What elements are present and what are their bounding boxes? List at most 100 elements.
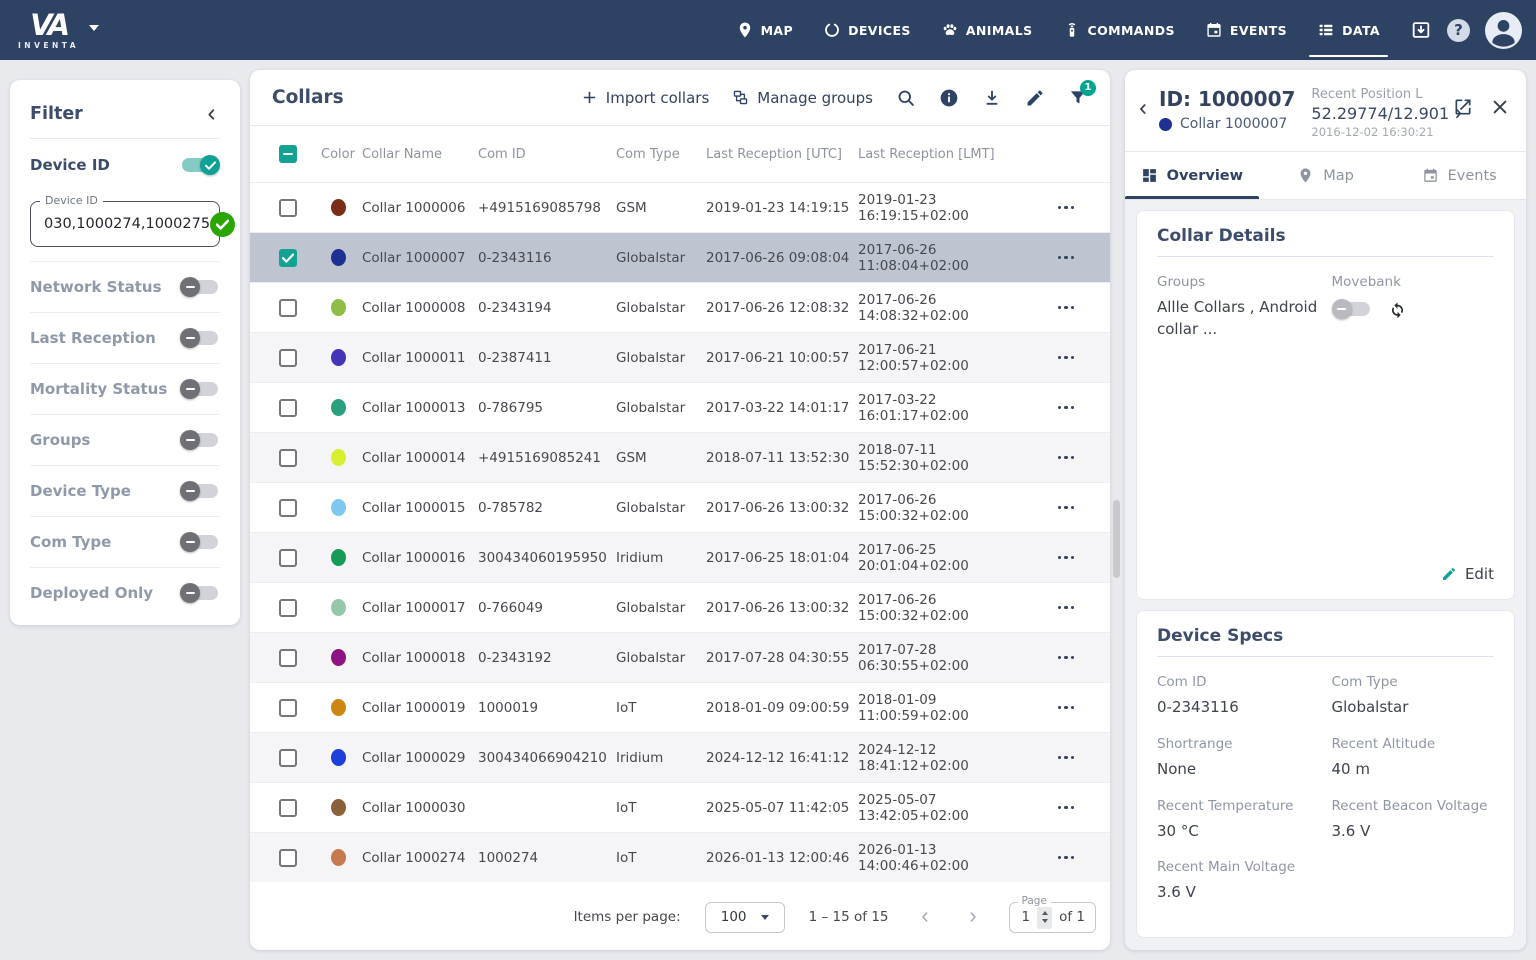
row-more-button[interactable] [1052,600,1081,616]
collar-table-row[interactable]: Collar 1000029 300434066904210 Iridium 2… [250,732,1110,782]
collar-table-row[interactable]: Collar 1000011 0-2387411 Globalstar 2017… [250,332,1110,382]
prev-page-button[interactable] [913,905,937,929]
row-checkbox[interactable] [279,649,297,667]
page-scrollbar[interactable] [1113,90,1120,940]
row-checkbox[interactable] [279,249,297,267]
row-checkbox[interactable] [279,399,297,417]
scrollbar-thumb[interactable] [1113,500,1120,578]
row-more-button[interactable] [1052,450,1081,466]
row-more-button[interactable] [1052,400,1081,416]
collar-table-row[interactable]: Collar 1000008 0-2343194 Globalstar 2017… [250,282,1110,332]
filter-toggle[interactable] [180,328,220,348]
collar-table-row[interactable]: Collar 1000016 300434060195950 Iridium 2… [250,532,1110,582]
edit-columns-button[interactable] [1025,88,1045,108]
filter-table-button[interactable]: 1 [1068,88,1088,108]
movebank-toggle[interactable] [1332,299,1372,319]
row-checkbox[interactable] [279,749,297,767]
filter-toggle[interactable] [180,481,220,501]
transmitter-icon [1063,21,1081,39]
download-button[interactable] [982,88,1002,108]
edit-collar-button[interactable]: Edit [1441,565,1494,583]
main-nav: MAP DEVICES ANIMALS COMMANDS EVENTS DATA [736,0,1380,60]
chevron-right-icon [965,909,981,925]
com-id: 0-2343116 [478,250,616,266]
spec-label: Recent Main Voltage [1157,859,1320,875]
row-checkbox[interactable] [279,499,297,517]
filter-toggle[interactable] [180,532,220,552]
row-more-button[interactable] [1052,500,1081,516]
import-collars-button[interactable]: Import collars [581,89,709,107]
nav-item-commands[interactable]: COMMANDS [1063,0,1175,60]
help-button[interactable]: ? [1447,19,1470,42]
last-reception-lmt: 2017-06-25 20:01:04+02:00 [858,542,1042,574]
items-per-page-select[interactable]: 100 [705,902,785,933]
detail-back-button[interactable] [1133,99,1153,119]
row-more-button[interactable] [1052,850,1081,866]
nav-item-events[interactable]: EVENTS [1205,0,1287,60]
row-more-button[interactable] [1052,350,1081,366]
user-avatar[interactable] [1485,12,1522,49]
row-more-button[interactable] [1052,700,1081,716]
collar-table-row[interactable]: Collar 1000019 1000019 IoT 2018-01-09 09… [250,682,1110,732]
device-id-input[interactable]: Device ID 030,1000274,1000275 [30,201,220,247]
tab-label: Events [1448,168,1497,184]
row-checkbox[interactable] [279,299,297,317]
row-more-button[interactable] [1052,250,1081,266]
nav-item-map[interactable]: MAP [736,0,793,60]
page-stepper[interactable] [1037,906,1052,929]
collar-table-row[interactable]: Collar 1000017 0-766049 Globalstar 2017-… [250,582,1110,632]
row-checkbox[interactable] [279,199,297,217]
collar-table-row[interactable]: Collar 1000015 0-785782 Globalstar 2017-… [250,482,1110,532]
collar-table-row[interactable]: Collar 1000030 IoT 2025-05-07 11:42:05 2… [250,782,1110,832]
collar-table-row[interactable]: Collar 1000018 0-2343192 Globalstar 2017… [250,632,1110,682]
row-more-button[interactable] [1052,200,1081,216]
collar-table-row[interactable]: Collar 1000006 +4915169085798 GSM 2019-0… [250,182,1110,232]
select-all-checkbox[interactable] [279,145,297,163]
collar-table-row[interactable]: Collar 1000013 0-786795 Globalstar 2017-… [250,382,1110,432]
row-checkbox[interactable] [279,599,297,617]
tab-map[interactable]: Map [1259,152,1393,199]
collar-name: Collar 1000007 [362,250,478,266]
collar-color-dot [331,299,346,316]
movebank-sync-button[interactable] [1388,300,1407,319]
row-more-button[interactable] [1052,300,1081,316]
nav-item-data[interactable]: DATA [1317,0,1380,60]
export-data-button[interactable] [1410,19,1432,41]
com-type: Globalstar [616,600,706,616]
next-page-button[interactable] [961,905,985,929]
chevron-left-icon [917,909,933,925]
filter-toggle[interactable] [180,430,220,450]
device-id-input-label: Device ID [40,194,103,207]
collar-table-row[interactable]: Collar 1000014 +4915169085241 GSM 2018-0… [250,432,1110,482]
tab-overview[interactable]: Overview [1125,152,1259,199]
device-id-toggle[interactable] [180,155,220,175]
row-more-button[interactable] [1052,800,1081,816]
collar-table-row[interactable]: Collar 1000007 0-2343116 Globalstar 2017… [250,232,1110,282]
tab-events[interactable]: Events [1392,152,1526,199]
filter-toggle[interactable] [180,583,220,603]
collapse-filter-button[interactable] [203,106,220,123]
info-button[interactable] [939,88,959,108]
row-checkbox[interactable] [279,699,297,717]
row-more-button[interactable] [1052,550,1081,566]
inventa-logo[interactable]: VA INVENTA [18,11,99,50]
last-reception-lmt: 2018-07-11 15:52:30+02:00 [858,442,1042,474]
page-number-input[interactable]: Page 1 of 1 [1009,902,1097,933]
row-checkbox[interactable] [279,449,297,467]
collar-table-row[interactable]: Collar 1000274 1000274 IoT 2026-01-13 12… [250,832,1110,882]
row-checkbox[interactable] [279,849,297,867]
search-button[interactable] [896,88,916,108]
row-checkbox[interactable] [279,799,297,817]
nav-item-devices[interactable]: DEVICES [823,0,911,60]
open-in-new-button[interactable] [1451,95,1475,119]
row-more-button[interactable] [1052,750,1081,766]
row-more-button[interactable] [1052,650,1081,666]
close-detail-button[interactable] [1488,95,1512,119]
row-checkbox[interactable] [279,549,297,567]
filter-toggle[interactable] [180,379,220,399]
row-checkbox[interactable] [279,349,297,367]
filter-toggle[interactable] [180,277,220,297]
nav-item-animals[interactable]: ANIMALS [941,0,1033,60]
manage-groups-button[interactable]: Manage groups [732,89,873,107]
brand-caret-icon[interactable] [89,25,99,31]
